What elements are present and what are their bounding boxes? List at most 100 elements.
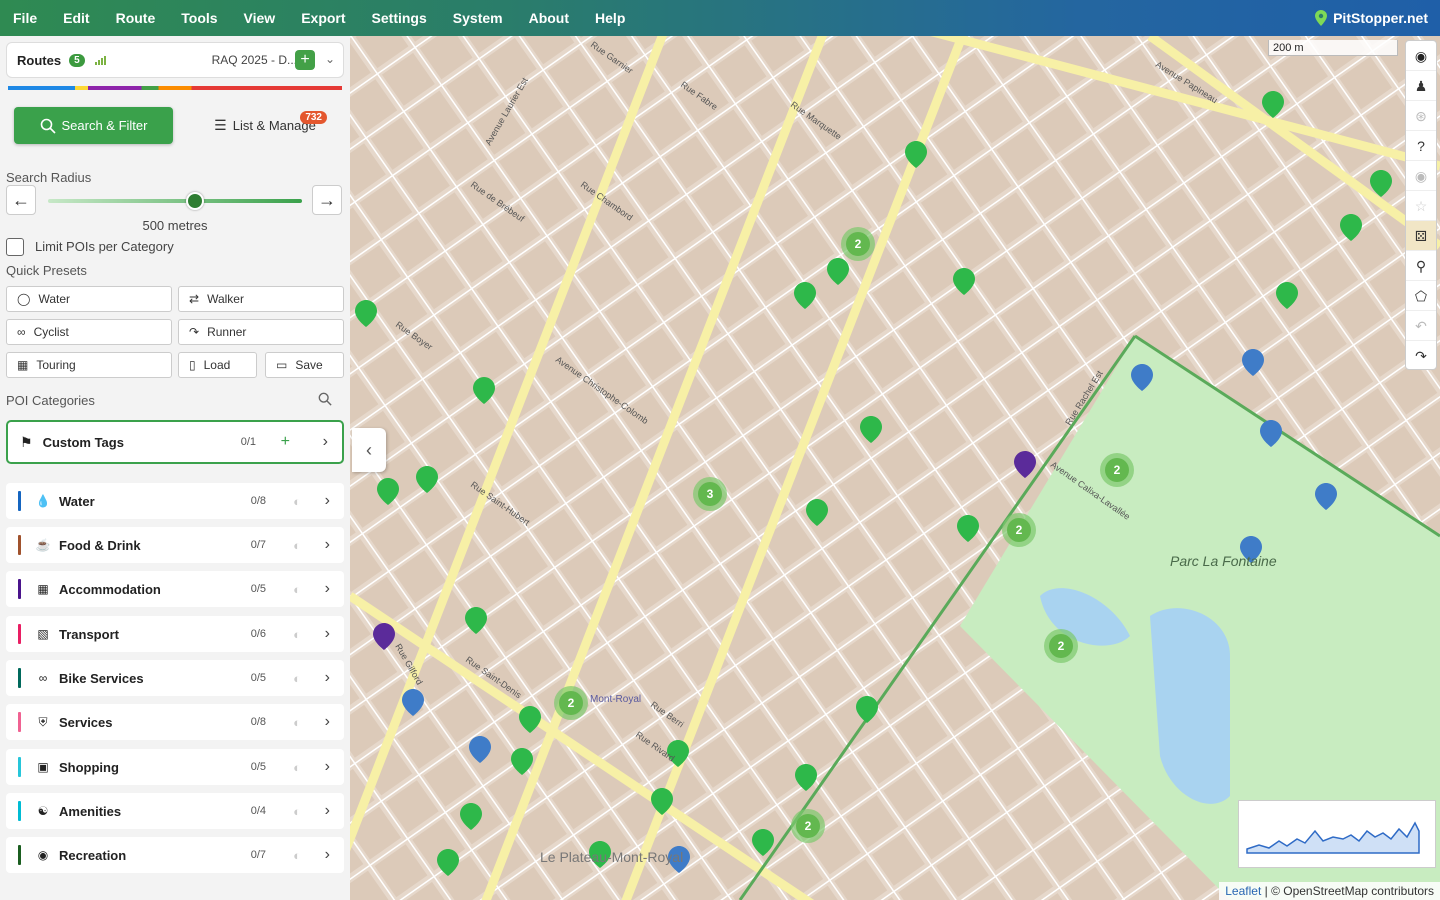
map-canvas[interactable]: 2 3 2 2 2 2 2 Parc La Fontaine Le Platea… [350, 36, 1440, 900]
poi-cluster[interactable]: 2 [791, 809, 825, 843]
preset-label: Save [295, 358, 323, 372]
menu-tools[interactable]: Tools [168, 0, 230, 36]
radius-decrease-button[interactable]: ← [6, 185, 36, 215]
chevron-right-icon[interactable]: › [325, 713, 330, 731]
person-pin-icon[interactable]: ♟ [1406, 71, 1436, 101]
palette-icon[interactable]: ◐ [293, 715, 301, 730]
category-name: Services [59, 714, 113, 730]
list-icon: ☰ [214, 117, 227, 133]
poi-cluster[interactable]: 2 [1100, 453, 1134, 487]
location-pin-icon[interactable]: ◉ [1406, 41, 1436, 71]
search-filter-label: Search & Filter [61, 118, 148, 133]
category-row-bike-services[interactable]: ∞ Bike Services 0/5 ◐ › [6, 660, 344, 696]
chevron-right-icon[interactable]: › [325, 536, 330, 554]
category-count: 0/8 [250, 495, 266, 507]
category-row-shopping[interactable]: ▣ Shopping 0/5 ◐ › [6, 749, 344, 785]
poi-cluster[interactable]: 2 [1002, 513, 1036, 547]
palette-icon[interactable]: ◐ [293, 848, 301, 863]
selected-route[interactable]: RAQ 2025 - D... [212, 53, 297, 67]
people-icon: ☯ [37, 804, 49, 818]
menu-file[interactable]: File [0, 0, 50, 36]
leaflet-link[interactable]: Leaflet [1225, 884, 1261, 898]
broadcast-icon[interactable]: ⊛ [1406, 101, 1436, 131]
category-row-transport[interactable]: ▧ Transport 0/6 ◐ › [6, 616, 344, 652]
add-route-button[interactable]: + [295, 50, 315, 70]
back-circle-icon[interactable]: ↶ [1406, 311, 1436, 341]
polygon-icon[interactable]: ⬠ [1406, 281, 1436, 311]
category-row-food-drink[interactable]: ☕ Food & Drink 0/7 ◐ › [6, 527, 344, 563]
category-name: Shopping [59, 759, 119, 775]
custom-tags-row[interactable]: ⚑ Custom Tags 0/1 + › [6, 420, 344, 464]
menu-help[interactable]: Help [582, 0, 638, 36]
chevron-right-icon[interactable]: › [325, 669, 330, 687]
help-icon[interactable]: ? [1406, 131, 1436, 161]
star-icon[interactable]: ☆ [1406, 191, 1436, 221]
brand[interactable]: PitStopper.net [1315, 0, 1428, 36]
radius-slider[interactable] [48, 192, 302, 210]
palette-icon[interactable]: ◐ [293, 627, 301, 642]
forward-circle-icon[interactable]: ↷ [1406, 341, 1436, 371]
chevron-right-icon[interactable]: › [325, 580, 330, 598]
menu-export[interactable]: Export [288, 0, 358, 36]
menu-system[interactable]: System [440, 0, 516, 36]
eye-icon[interactable]: ◉ [1406, 161, 1436, 191]
list-manage-tab[interactable]: ☰ List & Manage 732 [190, 107, 340, 144]
preset-save-button[interactable]: ▭ Save [265, 352, 344, 378]
poi-cluster[interactable]: 2 [841, 227, 875, 261]
menu-route[interactable]: Route [103, 0, 169, 36]
route-color-strip [8, 86, 342, 90]
collapse-sidebar-button[interactable]: ‹ [352, 428, 386, 472]
chevron-down-icon[interactable]: ⌄ [325, 52, 335, 66]
category-row-services[interactable]: ⛨ Services 0/8 ◐ › [6, 704, 344, 740]
category-count: 0/5 [250, 672, 266, 684]
search-icon[interactable] [318, 392, 332, 406]
load-icon: ▯ [189, 358, 196, 372]
palette-icon[interactable]: ◐ [293, 494, 301, 509]
palette-icon[interactable]: ◐ [293, 760, 301, 775]
preset-walker-button[interactable]: ⇄ Walker [178, 286, 344, 312]
menu-view[interactable]: View [231, 0, 289, 36]
signal-bars-icon[interactable] [94, 55, 107, 65]
category-row-water[interactable]: 💧 Water 0/8 ◐ › [6, 483, 344, 519]
dice-icon[interactable]: ⚄ [1406, 221, 1436, 251]
preset-runner-button[interactable]: ↷ Runner [178, 319, 344, 345]
palette-icon[interactable]: ◐ [293, 582, 301, 597]
preset-label: Walker [207, 292, 244, 306]
search-icon[interactable]: ⚲ [1406, 251, 1436, 281]
radius-slider-thumb[interactable] [186, 192, 205, 210]
chevron-right-icon[interactable]: › [325, 846, 330, 864]
preset-load-button[interactable]: ▯ Load [178, 352, 257, 378]
menu-edit[interactable]: Edit [50, 0, 102, 36]
poi-cluster[interactable]: 2 [554, 686, 588, 720]
chevron-right-icon[interactable]: › [325, 492, 330, 510]
category-color-bar [18, 491, 21, 511]
palette-icon[interactable]: ◐ [293, 804, 301, 819]
radius-increase-button[interactable]: → [312, 185, 342, 215]
chevron-right-icon[interactable]: › [325, 625, 330, 643]
menu-settings[interactable]: Settings [359, 0, 440, 36]
preset-touring-button[interactable]: ▦ Touring [6, 352, 172, 378]
chevron-right-icon[interactable]: › [323, 433, 328, 451]
routes-selector[interactable]: Routes 5 RAQ 2025 - D... + ⌄ [6, 42, 344, 78]
palette-icon[interactable]: ◐ [293, 538, 301, 553]
chevron-right-icon[interactable]: › [325, 802, 330, 820]
preset-water-button[interactable]: ◯ Water [6, 286, 172, 312]
preset-cyclist-button[interactable]: ∞ Cyclist [6, 319, 172, 345]
category-row-recreation[interactable]: ◉ Recreation 0/7 ◐ › [6, 837, 344, 873]
bike-icon: ∞ [17, 325, 26, 339]
metro-label: Mont-Royal [590, 694, 641, 705]
category-row-accommodation[interactable]: ▦ Accommodation 0/5 ◐ › [6, 571, 344, 607]
add-tag-button[interactable]: + [281, 433, 290, 451]
elevation-preview[interactable] [1238, 800, 1436, 868]
limit-pois-checkbox[interactable] [6, 238, 24, 256]
palette-icon[interactable]: ◐ [293, 671, 301, 686]
map-view[interactable]: 2 3 2 2 2 2 2 Parc La Fontaine Le Platea… [350, 36, 1440, 900]
poi-cluster[interactable]: 3 [693, 477, 727, 511]
poi-cluster[interactable]: 2 [1044, 629, 1078, 663]
chevron-right-icon[interactable]: › [325, 758, 330, 776]
category-row-amenities[interactable]: ☯ Amenities 0/4 ◐ › [6, 793, 344, 829]
cup-icon: ☕ [35, 538, 51, 552]
search-filter-tab[interactable]: Search & Filter [14, 107, 173, 144]
menu-about[interactable]: About [516, 0, 582, 36]
category-color-bar [18, 757, 21, 777]
